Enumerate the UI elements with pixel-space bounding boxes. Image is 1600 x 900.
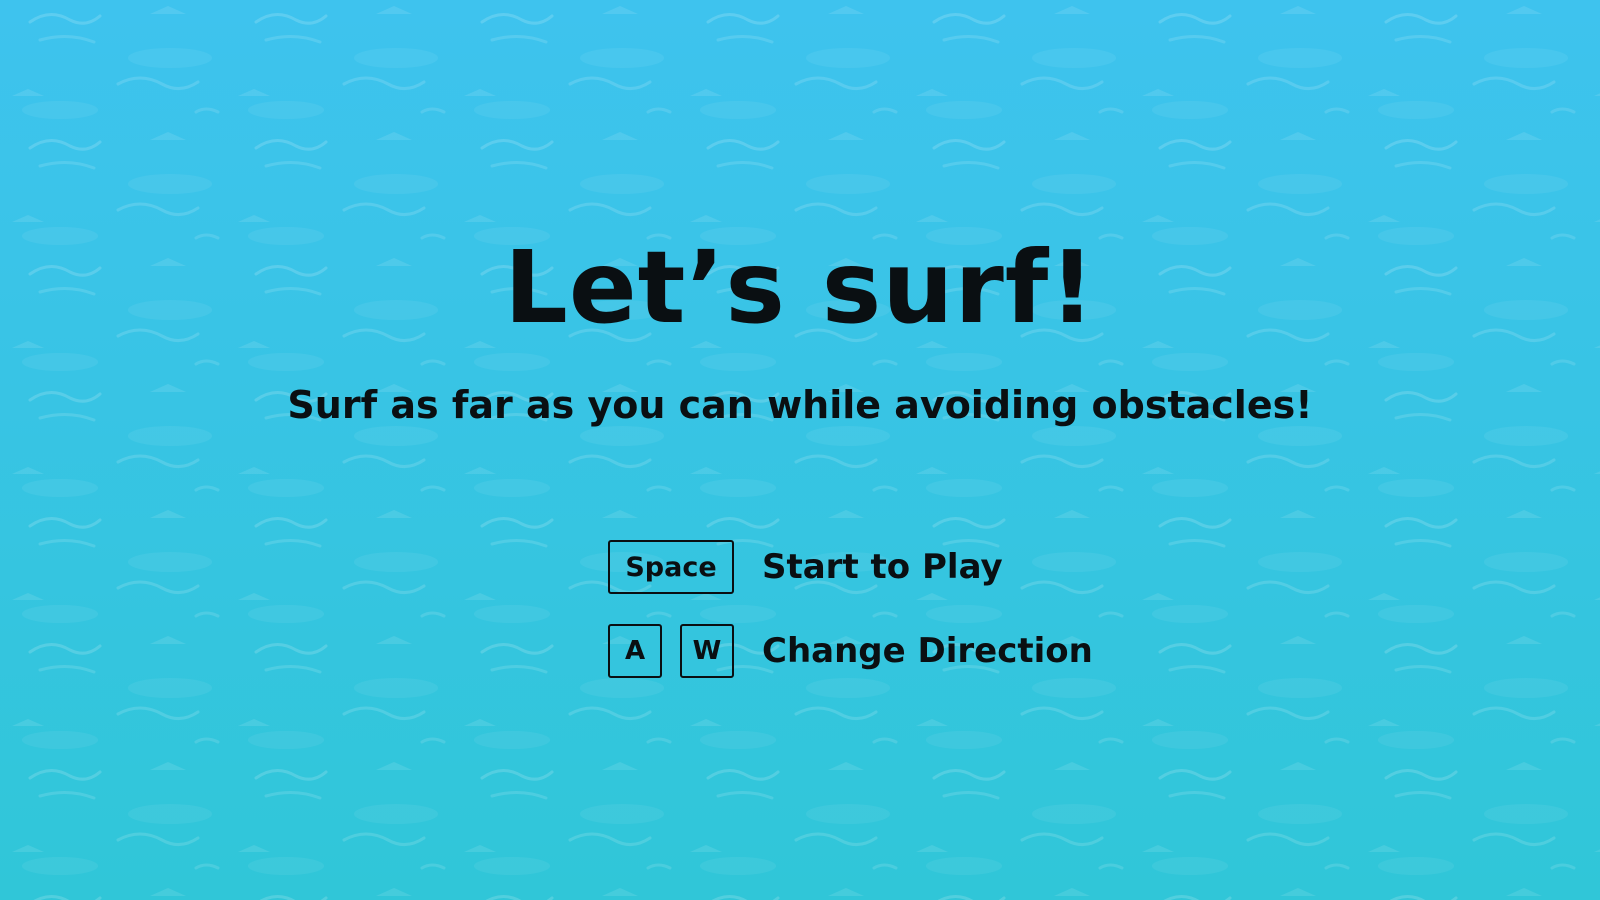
start-screen[interactable]: Let’s surf! Surf as far as you can while… xyxy=(0,0,1600,900)
w-key: W xyxy=(680,624,734,678)
start-to-play-label: Start to Play xyxy=(762,547,1003,587)
game-subtitle: Surf as far as you can while avoiding ob… xyxy=(287,383,1313,427)
space-key: Space xyxy=(608,540,734,594)
water-background xyxy=(0,0,1600,900)
a-key: A xyxy=(608,624,662,678)
game-title: Let’s surf! xyxy=(504,229,1096,346)
change-direction-label: Change Direction xyxy=(762,631,1093,671)
